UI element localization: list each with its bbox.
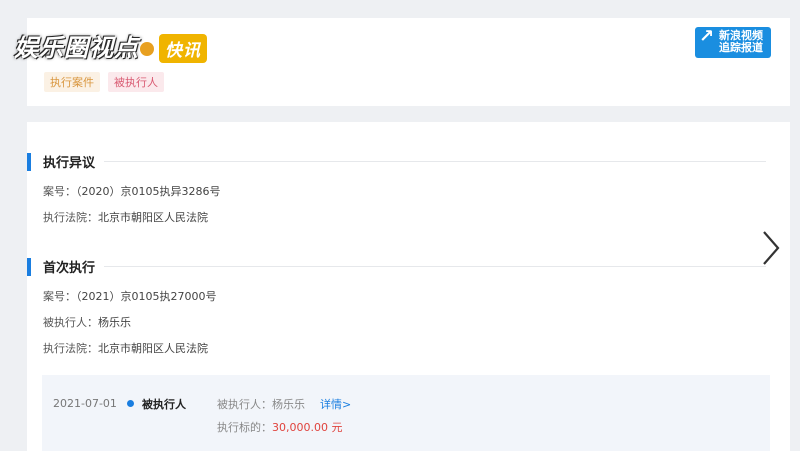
record-amount-label: 执行标的： bbox=[217, 421, 272, 434]
sina-video-logo: ↗ 新浪视频 追踪报道 bbox=[695, 27, 771, 58]
record-person-value: 杨乐乐 bbox=[272, 398, 305, 411]
exec-case-number: 案号：（2021）京0105执27000号 bbox=[43, 288, 216, 304]
field-label: 案号： bbox=[43, 185, 76, 198]
section-first-exec-header: 首次执行 bbox=[27, 257, 95, 276]
section-divider bbox=[104, 266, 766, 267]
record-person: 被执行人：杨乐乐 bbox=[217, 396, 305, 412]
section-marker bbox=[27, 152, 31, 171]
logo-mark-icon: ↗ bbox=[699, 26, 715, 47]
objection-court: 执行法院：北京市朝阳区人民法院 bbox=[43, 209, 208, 225]
watermark-overlay: 娱乐圈视点 快讯 bbox=[14, 28, 207, 63]
record-type: 被执行人 bbox=[142, 398, 186, 411]
timeline-dot-icon bbox=[127, 400, 134, 407]
news-badge: 快讯 bbox=[159, 34, 207, 63]
field-value: （2020）京0105执异3286号 bbox=[76, 185, 221, 198]
field-value: （2021）京0105执27000号 bbox=[76, 290, 217, 303]
section-marker bbox=[27, 257, 31, 276]
case-tags: 执行案件 被执行人 bbox=[44, 72, 164, 92]
section-title: 首次执行 bbox=[43, 261, 96, 276]
exec-court: 执行法院：北京市朝阳区人民法院 bbox=[43, 340, 208, 356]
detail-link[interactable]: 详情> bbox=[320, 396, 351, 412]
objection-case-number: 案号：（2020）京0105执异3286号 bbox=[43, 183, 220, 199]
field-value: 北京市朝阳区人民法院 bbox=[98, 211, 208, 224]
field-value: 杨乐乐 bbox=[98, 316, 131, 329]
tag-person-executed[interactable]: 被执行人 bbox=[108, 72, 164, 92]
chevron-right-icon[interactable] bbox=[758, 228, 784, 268]
tag-exec-case[interactable]: 执行案件 bbox=[44, 72, 100, 92]
field-label: 被执行人： bbox=[43, 316, 98, 329]
record-date: 2021-07-01 bbox=[53, 397, 117, 410]
section-objection-header: 执行异议 bbox=[27, 152, 95, 171]
record-amount-value: 30,000.00 元 bbox=[272, 421, 343, 434]
record-person-label: 被执行人： bbox=[217, 398, 272, 411]
field-label: 执行法院： bbox=[43, 211, 98, 224]
watermark-text: 娱乐圈视点 bbox=[14, 34, 139, 62]
section-title: 执行异议 bbox=[43, 156, 96, 171]
weibo-eye-icon bbox=[140, 42, 154, 56]
field-value: 北京市朝阳区人民法院 bbox=[98, 342, 208, 355]
section-divider bbox=[104, 161, 766, 162]
field-label: 案号： bbox=[43, 290, 76, 303]
exec-person: 被执行人：杨乐乐 bbox=[43, 314, 131, 330]
record-amount: 执行标的：30,000.00 元 bbox=[217, 419, 342, 435]
logo-line2: 追踪报道 bbox=[719, 41, 763, 54]
field-label: 执行法院： bbox=[43, 342, 98, 355]
execution-record: 2021-07-01 被执行人 被执行人：杨乐乐 详情> 执行标的：30,000… bbox=[42, 375, 770, 451]
